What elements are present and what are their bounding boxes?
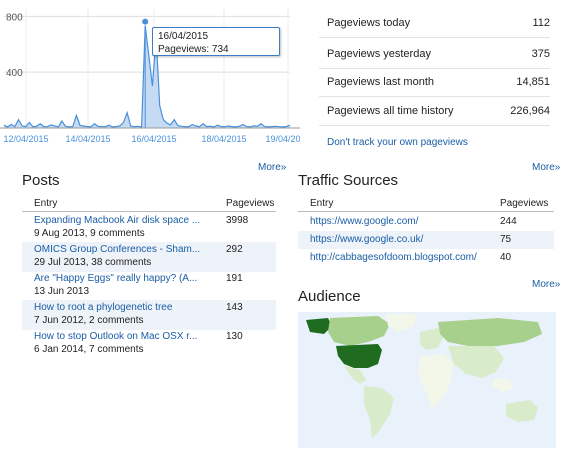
audience-world-map[interactable] xyxy=(298,312,556,448)
chart-tooltip: 16/04/2015 Pageviews: 734 xyxy=(152,27,280,56)
post-row: How to stop Outlook on Mac OSX r... 6 Ja… xyxy=(22,329,276,359)
traffic-pageviews: 75 xyxy=(500,234,512,245)
stat-row-today: Pageviews today 112 xyxy=(319,10,550,38)
posts-heading: Posts xyxy=(22,172,60,189)
posts-table-header: Entry Pageviews xyxy=(22,196,276,212)
traffic-source-link[interactable]: https://www.google.co.uk/ xyxy=(310,234,423,245)
post-title-link[interactable]: How to root a phylogenetic tree xyxy=(34,302,172,313)
traffic-pageviews: 40 xyxy=(500,252,512,263)
traffic-table-header: Entry Pageviews xyxy=(298,196,554,212)
traffic-heading: Traffic Sources xyxy=(298,172,399,189)
post-row: How to root a phylogenetic tree 7 Jun 20… xyxy=(22,300,276,330)
stat-row-last-month: Pageviews last month 14,851 xyxy=(319,69,550,97)
y-tick-label: 400 xyxy=(6,68,23,79)
stat-row-yesterday: Pageviews yesterday 375 xyxy=(319,41,550,69)
traffic-source-link[interactable]: https://www.google.com/ xyxy=(310,216,418,227)
post-meta: 6 Jan 2014, 7 comments xyxy=(34,344,144,355)
col-pageviews: Pageviews xyxy=(226,198,275,209)
col-entry: Entry xyxy=(310,198,334,209)
tooltip-value: Pageviews: 734 xyxy=(158,44,229,55)
posts-more-link[interactable]: More» xyxy=(258,162,286,173)
x-tick-label: 18/04/2015 xyxy=(201,134,246,144)
post-title-link[interactable]: OMICS Group Conferences - Sham... xyxy=(34,244,200,255)
x-tick-label: 16/04/2015 xyxy=(131,134,176,144)
col-entry: Entry xyxy=(34,198,58,209)
traffic-row: https://www.google.com/ 244 xyxy=(298,213,554,231)
post-pageviews: 3998 xyxy=(226,215,249,226)
post-meta: 29 Jul 2013, 38 comments xyxy=(34,257,152,268)
post-pageviews: 191 xyxy=(226,273,243,284)
post-title-link[interactable]: Expanding Macbook Air disk space ... xyxy=(34,215,200,226)
stats-more-link[interactable]: More» xyxy=(532,162,560,173)
post-row: Expanding Macbook Air disk space ... 9 A… xyxy=(22,213,276,243)
tooltip-date: 16/04/2015 xyxy=(158,31,209,42)
stat-value: 375 xyxy=(531,48,550,60)
post-meta: 13 Jun 2013 xyxy=(34,286,90,297)
stat-value: 14,851 xyxy=(516,76,550,88)
stat-label: Pageviews yesterday xyxy=(327,48,431,60)
dont-track-link[interactable]: Don't track your own pageviews xyxy=(327,137,468,148)
x-tick-label: 12/04/2015 xyxy=(3,134,48,144)
stat-label: Pageviews last month xyxy=(327,76,434,88)
post-meta: 7 Jun 2012, 2 comments xyxy=(34,315,144,326)
traffic-source-link[interactable]: http://cabbagesofdoom.blogspot.com/ xyxy=(310,252,477,263)
post-row: OMICS Group Conferences - Sham... 29 Jul… xyxy=(22,242,276,272)
stat-label: Pageviews all time history xyxy=(327,105,454,117)
audience-heading: Audience xyxy=(298,288,361,305)
traffic-pageviews: 244 xyxy=(500,216,517,227)
post-pageviews: 143 xyxy=(226,302,243,313)
stat-value: 112 xyxy=(532,17,550,29)
post-title-link[interactable]: How to stop Outlook on Mac OSX r... xyxy=(34,331,197,342)
post-meta: 9 Aug 2013, 9 comments xyxy=(34,228,145,239)
post-title-link[interactable]: Are "Happy Eggs" really happy? (A... xyxy=(34,273,197,284)
post-pageviews: 292 xyxy=(226,244,243,255)
highlight-point xyxy=(142,18,149,25)
traffic-row: http://cabbagesofdoom.blogspot.com/ 40 xyxy=(298,249,554,267)
traffic-more-link[interactable]: More» xyxy=(532,279,560,290)
stat-value: 226,964 xyxy=(510,105,550,117)
x-tick-label: 19/04/2015 xyxy=(265,134,300,144)
post-row: Are "Happy Eggs" really happy? (A... 13 … xyxy=(22,271,276,301)
x-tick-label: 14/04/2015 xyxy=(65,134,110,144)
traffic-row: https://www.google.co.uk/ 75 xyxy=(298,231,554,249)
pageviews-chart: 800 400 12/04/2015 14/04/2015 16/04/2015 18/0… xyxy=(0,0,311,150)
col-pageviews: Pageviews xyxy=(500,198,549,209)
post-pageviews: 130 xyxy=(226,331,243,342)
y-tick-label: 800 xyxy=(6,12,23,23)
stat-label: Pageviews today xyxy=(327,17,411,29)
pageviews-chart-svg: 800 400 12/04/2015 14/04/2015 16/04/2015 18/0… xyxy=(0,8,311,144)
world-map-svg xyxy=(298,312,556,448)
stat-row-all-time: Pageviews all time history 226,964 xyxy=(319,98,550,126)
